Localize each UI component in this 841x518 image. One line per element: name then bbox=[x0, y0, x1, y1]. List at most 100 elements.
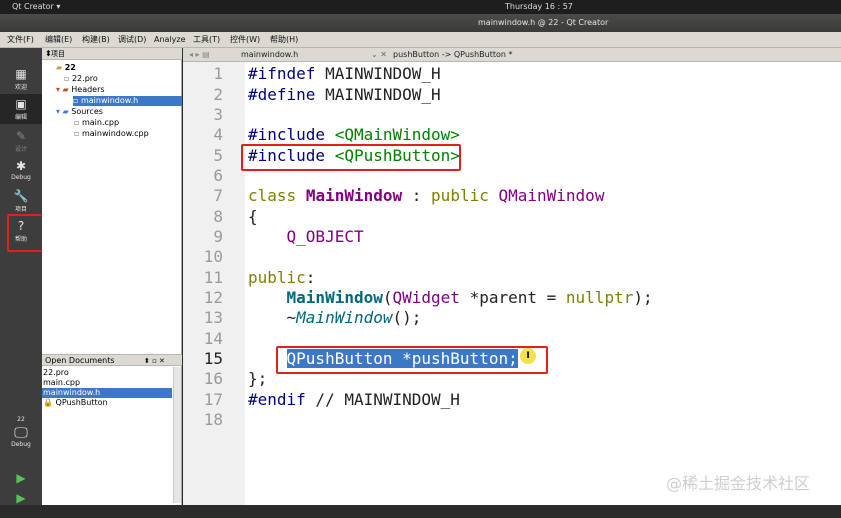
project-panel-title: 项目 bbox=[51, 50, 65, 58]
code-line[interactable]: #ifndef MAINWINDOW_H bbox=[248, 64, 441, 84]
menu-bar: 文件(F) 编辑(E) 构建(B) 调试(D) Analyze 工具(T) 控件… bbox=[0, 32, 841, 48]
clock: Thursday 16 : 57 bbox=[505, 2, 573, 11]
menu-file[interactable]: 文件(F) bbox=[7, 32, 34, 48]
line-number: 12 bbox=[203, 288, 223, 307]
tree-item-mainwindow-cpp[interactable]: ▫ mainwindow.cpp bbox=[74, 129, 149, 139]
line-number: 1 bbox=[213, 64, 223, 83]
include-highlight bbox=[241, 144, 461, 171]
mode-projects[interactable]: 🔧 项目 bbox=[0, 186, 42, 216]
tree-item-project[interactable]: ▰ 22 bbox=[56, 63, 76, 73]
mode-label: Debug bbox=[11, 174, 31, 181]
panel-menu-icon[interactable]: ⬍ ▫ ✕ bbox=[144, 355, 165, 367]
code-line[interactable]: public: bbox=[248, 268, 315, 288]
line-number: 14 bbox=[203, 329, 223, 348]
code-line[interactable]: }; bbox=[248, 369, 267, 389]
editor-toolbar: ◂ ▸ ▤ mainwindow.h ⌄ ✕ pushButton -> QPu… bbox=[183, 48, 841, 62]
file-icon: ▫ bbox=[74, 118, 82, 127]
kit-selector[interactable]: 22 🖵 Debug bbox=[0, 416, 42, 448]
line-number: 10 bbox=[203, 247, 223, 266]
menu-help[interactable]: 帮助(H) bbox=[270, 32, 298, 48]
code-line[interactable]: #define MAINWINDOW_H bbox=[248, 85, 441, 105]
mode-label: 项目 bbox=[14, 206, 27, 213]
open-documents-header: Open Documents ⬍ ▫ ✕ bbox=[42, 354, 182, 366]
tree-item-main-cpp[interactable]: ▫ main.cpp bbox=[74, 118, 119, 128]
menu-debug[interactable]: 调试(D) bbox=[118, 32, 146, 48]
watermark: @稀土掘金技术社区 bbox=[666, 474, 811, 493]
mode-selector: ▦ 欢迎 ▣ 编辑 ✎ 设计 ✱ Debug 🔧 项目 ? 帮助 22 🖵 De… bbox=[0, 48, 42, 505]
scrollbar[interactable] bbox=[173, 367, 181, 503]
open-doc-item-active[interactable]: mainwindow.h bbox=[42, 388, 172, 398]
folder-icon: ▾ ▰ bbox=[56, 85, 72, 94]
code-line[interactable]: #endif // MAINWINDOW_H bbox=[248, 390, 460, 410]
folder-icon: ▰ bbox=[56, 63, 65, 72]
code-line[interactable]: class MainWindow : public QMainWindow bbox=[248, 186, 604, 206]
line-number: 11 bbox=[203, 268, 223, 287]
tree-item-headers[interactable]: ▾ ▰ Headers bbox=[56, 85, 105, 95]
app-menu[interactable]: Qt Creator ▾ bbox=[12, 0, 60, 14]
mode-label: 编辑 bbox=[14, 114, 27, 121]
line-number: 7 bbox=[213, 186, 223, 205]
line-number: 17 bbox=[203, 390, 223, 409]
project-panel-header: ⬍ 项目 bbox=[42, 48, 182, 60]
run-icon: ▶ bbox=[16, 471, 26, 485]
line-number: 4 bbox=[213, 125, 223, 144]
code-line[interactable]: ~MainWindow(); bbox=[248, 308, 422, 328]
open-doc-item[interactable]: 22.pro bbox=[43, 368, 69, 378]
design-icon: ✎ bbox=[15, 129, 27, 143]
menu-tools[interactable]: 工具(T) bbox=[193, 32, 220, 48]
mode-design[interactable]: ✎ 设计 bbox=[0, 126, 42, 156]
mode-debug[interactable]: ✱ Debug bbox=[0, 156, 42, 186]
open-doc-item[interactable]: 🔒 QPushButton bbox=[43, 398, 108, 408]
symbol-selector[interactable]: pushButton -> QPushButton * bbox=[393, 48, 513, 62]
mode-label: 设计 bbox=[14, 146, 27, 153]
line-number: 16 bbox=[203, 369, 223, 388]
kit-project: 22 bbox=[17, 416, 25, 423]
code-line[interactable]: Q_OBJECT bbox=[248, 227, 364, 247]
mouse-cursor-icon: I bbox=[520, 348, 536, 364]
mode-edit[interactable]: ▣ 编辑 bbox=[0, 94, 42, 124]
wrench-icon: 🔧 bbox=[13, 189, 29, 203]
file-icon: ▫ bbox=[74, 129, 82, 138]
open-documents-title: Open Documents bbox=[45, 356, 115, 365]
line-number: 6 bbox=[213, 166, 223, 185]
tree-item-mainwindow-h[interactable]: ▫ mainwindow.h bbox=[73, 96, 182, 106]
line-number: 9 bbox=[213, 227, 223, 246]
welcome-icon: ▦ bbox=[15, 67, 27, 81]
member-highlight bbox=[276, 346, 548, 374]
tree-item-pro[interactable]: ▫ 22.pro bbox=[64, 74, 98, 84]
file-icon: ▫ bbox=[64, 74, 72, 83]
open-doc-item[interactable]: main.cpp bbox=[43, 378, 80, 388]
nav-arrows-icon[interactable]: ◂ ▸ ▤ bbox=[189, 48, 210, 62]
line-number: 18 bbox=[203, 410, 223, 429]
chevron-down-icon[interactable]: ⌄ ✕ bbox=[371, 48, 387, 62]
file-tab[interactable]: mainwindow.h bbox=[241, 48, 298, 62]
window-title: mainwindow.h @ 22 - Qt Creator bbox=[478, 18, 609, 27]
menu-build[interactable]: 构建(B) bbox=[82, 32, 110, 48]
monitor-icon: 🖵 bbox=[14, 425, 28, 441]
line-number: 2 bbox=[213, 85, 223, 104]
menu-analyze[interactable]: Analyze bbox=[154, 32, 186, 48]
header-file-icon: ▫ bbox=[73, 96, 81, 105]
code-line[interactable]: MainWindow(QWidget *parent = nullptr); bbox=[248, 288, 653, 308]
mode-label: 欢迎 bbox=[14, 84, 27, 91]
code-line[interactable]: { bbox=[248, 207, 258, 227]
kit-mode: Debug bbox=[11, 441, 31, 448]
line-number: 13 bbox=[203, 308, 223, 327]
line-number: 5 bbox=[213, 146, 223, 165]
project-sidebar: ⬍ 项目 ▰ 22 ▫ 22.pro ▾ ▰ Headers ▫ mainwin… bbox=[42, 48, 182, 505]
folder-icon: ▾ ▰ bbox=[56, 107, 72, 116]
lock-icon: 🔒 bbox=[43, 398, 56, 407]
debug-run-icon: ▶ bbox=[16, 491, 26, 505]
edit-icon: ▣ bbox=[15, 97, 27, 111]
window-title-bar: mainwindow.h @ 22 - Qt Creator bbox=[0, 14, 841, 32]
system-top-bar: Qt Creator ▾ Thursday 16 : 57 bbox=[0, 0, 841, 14]
debug-run-button[interactable]: ▶ bbox=[0, 488, 42, 518]
tree-item-sources[interactable]: ▾ ▰ Sources bbox=[56, 107, 103, 117]
line-number: 15 bbox=[203, 349, 223, 368]
menu-controls[interactable]: 控件(W) bbox=[230, 32, 260, 48]
menu-edit[interactable]: 编辑(E) bbox=[45, 32, 72, 48]
line-number: 3 bbox=[213, 105, 223, 124]
line-number: 8 bbox=[213, 207, 223, 226]
code-line[interactable]: #include <QMainWindow> bbox=[248, 125, 460, 145]
mode-welcome[interactable]: ▦ 欢迎 bbox=[0, 64, 42, 94]
